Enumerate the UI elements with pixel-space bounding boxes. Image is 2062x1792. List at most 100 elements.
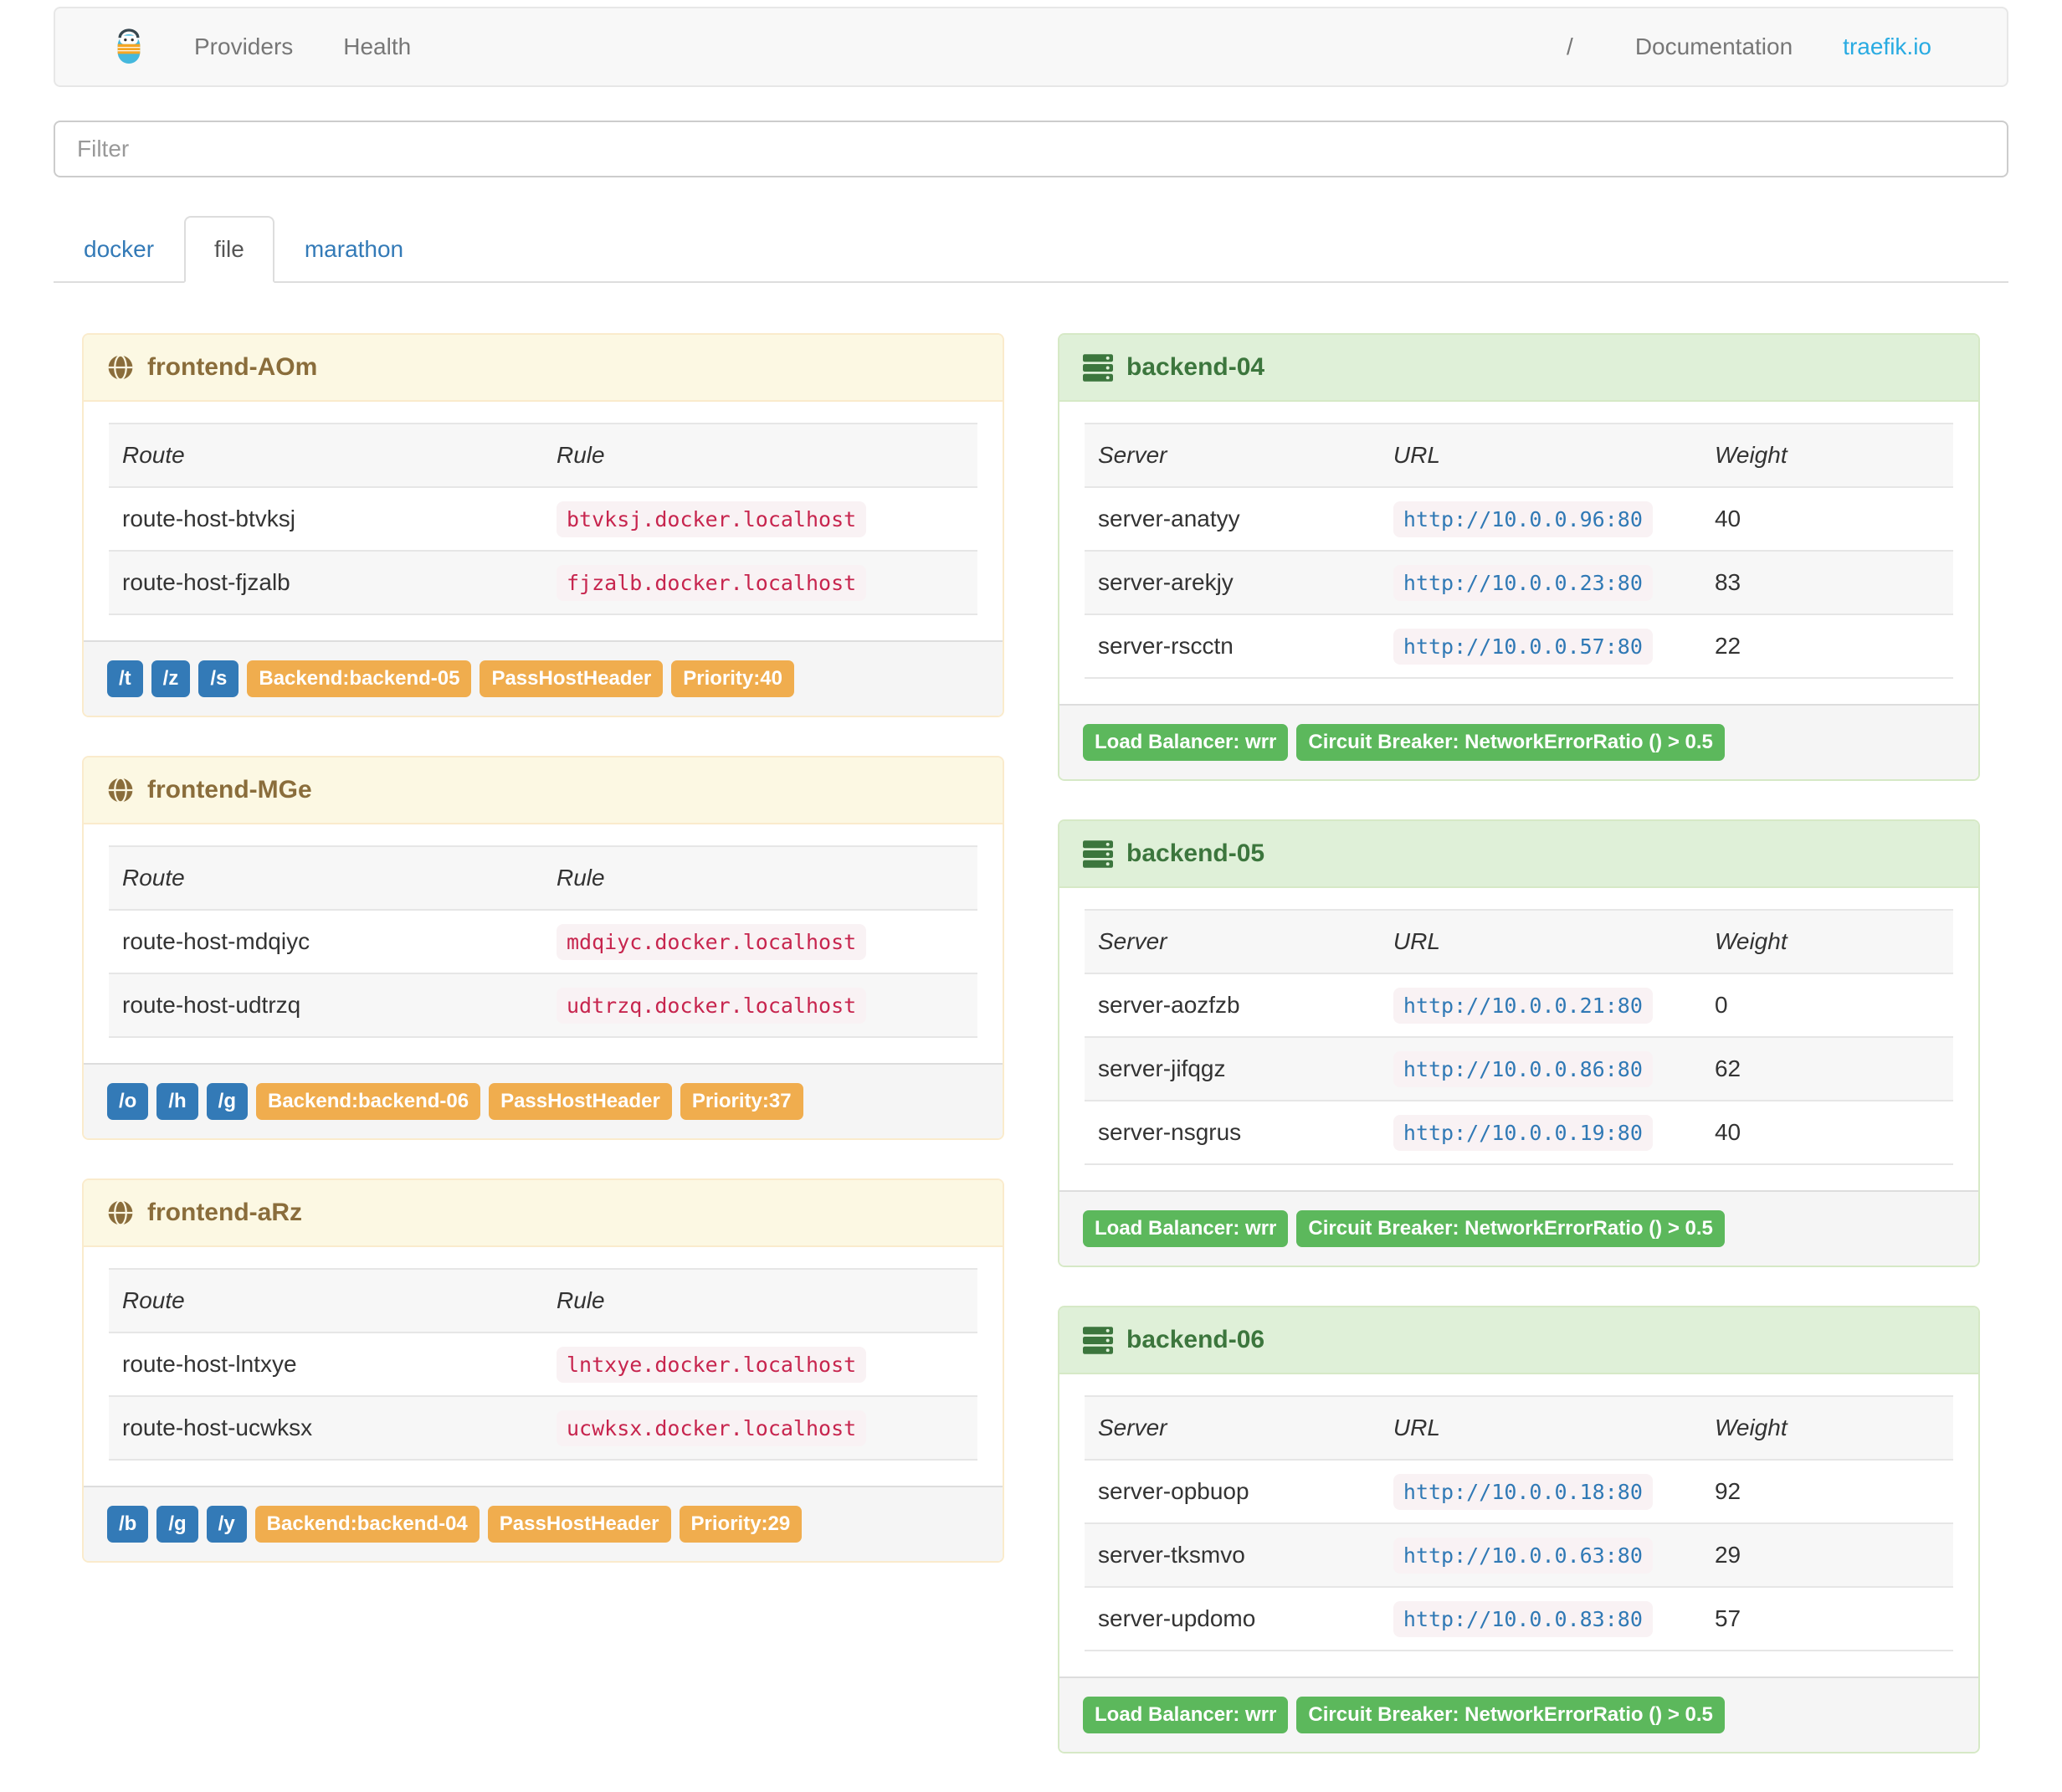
nav-link-traefik-io[interactable]: traefik.io (1818, 33, 1957, 60)
table-row: route-host-lntxye lntxye.docker.localhos… (109, 1332, 977, 1396)
backend-card-heading: backend-04 (1059, 335, 1978, 402)
server-weight: 0 (1714, 992, 1728, 1018)
table-row: route-host-mdqiyc mdqiyc.docker.localhos… (109, 910, 977, 973)
circuit-breaker-label: Circuit Breaker: NetworkErrorRatio () > … (1296, 1697, 1725, 1733)
frontends-column: frontend-AOm Route Rule route-host-btvks… (82, 333, 1004, 1792)
panel-title: backend-04 (1126, 353, 1265, 381)
server-weight: 29 (1714, 1542, 1741, 1568)
table-header-row: Route Rule (109, 424, 977, 487)
column-header-route: Route (122, 442, 185, 468)
server-url: http://10.0.0.19:80 (1393, 1115, 1653, 1151)
entry-path-label: /z (151, 660, 191, 697)
server-url: http://10.0.0.18:80 (1393, 1474, 1653, 1510)
entry-path-label: /s (198, 660, 239, 697)
server-name: server-rscctn (1098, 633, 1234, 659)
table-row: server-updomo http://10.0.0.83:80 57 (1085, 1587, 1953, 1651)
table-header-row: Server URL Weight (1085, 1396, 1953, 1460)
tab-file[interactable]: file (184, 216, 274, 283)
column-header-rule: Rule (557, 865, 605, 891)
nav-link-providers[interactable]: Providers (169, 33, 318, 60)
nav-link-documentation[interactable]: Documentation (1610, 33, 1818, 60)
globe-icon (107, 354, 134, 381)
backend-ref-label: Backend:backend-06 (255, 1083, 481, 1120)
table-header-row: Server URL Weight (1085, 910, 1953, 973)
server-name: server-updomo (1098, 1605, 1256, 1631)
table-row: server-anatyy http://10.0.0.96:80 40 (1085, 487, 1953, 551)
server-url: http://10.0.0.96:80 (1393, 501, 1653, 537)
entry-path-label: /t (107, 660, 143, 697)
globe-icon (107, 1199, 134, 1226)
column-header-server: Server (1098, 442, 1167, 468)
route-name: route-host-fjzalb (122, 569, 290, 595)
column-header-rule: Rule (557, 1287, 605, 1313)
page-container: Providers Health / Documentation traefik… (54, 7, 2008, 1792)
load-balancer-label: Load Balancer: wrr (1083, 1697, 1289, 1733)
table-row: server-rscctn http://10.0.0.57:80 22 (1085, 614, 1953, 678)
rule-code: btvksj.docker.localhost (557, 501, 867, 537)
frontend-card: frontend-MGe Route Rule route-host-mdqiy… (82, 756, 1004, 1140)
table-row: route-host-btvksj btvksj.docker.localhos… (109, 487, 977, 551)
server-url: http://10.0.0.83:80 (1393, 1601, 1653, 1637)
load-balancer-label: Load Balancer: wrr (1083, 1210, 1289, 1247)
route-name: route-host-btvksj (122, 506, 295, 531)
frontend-card-footer: /o /h /g Backend:backend-06 PassHostHead… (84, 1063, 1003, 1138)
backend-card: backend-04 Server URL Weight server-anat… (1058, 333, 1980, 781)
server-url: http://10.0.0.63:80 (1393, 1538, 1653, 1574)
content-row: frontend-AOm Route Rule route-host-btvks… (54, 283, 2008, 1792)
server-name: server-anatyy (1098, 506, 1240, 531)
server-name: server-nsgrus (1098, 1119, 1242, 1145)
route-name: route-host-ucwksx (122, 1415, 313, 1440)
priority-label: Priority:37 (680, 1083, 803, 1120)
server-weight: 62 (1714, 1055, 1741, 1081)
column-header-weight: Weight (1714, 928, 1788, 954)
backend-card: backend-05 Server URL Weight server-aozf… (1058, 819, 1980, 1267)
priority-label: Priority:29 (679, 1506, 803, 1543)
table-header-row: Server URL Weight (1085, 424, 1953, 487)
servers-icon (1083, 1326, 1113, 1354)
table-row: server-arekjy http://10.0.0.23:80 83 (1085, 551, 1953, 614)
panel-title: backend-05 (1126, 840, 1265, 867)
rule-code: ucwksx.docker.localhost (557, 1410, 867, 1446)
navbar: Providers Health / Documentation traefik… (54, 7, 2008, 87)
table-row: route-host-ucwksx ucwksx.docker.localhos… (109, 1396, 977, 1460)
tab-docker[interactable]: docker (54, 216, 184, 283)
table-row: route-host-fjzalb fjzalb.docker.localhos… (109, 551, 977, 614)
entry-path-label: /b (107, 1506, 149, 1543)
server-weight: 40 (1714, 506, 1741, 531)
nav-link-health[interactable]: Health (318, 33, 436, 60)
backend-card-heading: backend-06 (1059, 1307, 1978, 1374)
rule-code: udtrzq.docker.localhost (557, 988, 867, 1024)
server-weight: 57 (1714, 1605, 1741, 1631)
table-header-row: Route Rule (109, 846, 977, 910)
column-header-url: URL (1393, 1415, 1440, 1440)
column-header-route: Route (122, 1287, 185, 1313)
backend-card-body: Server URL Weight server-anatyy http://1… (1059, 402, 1978, 704)
server-url: http://10.0.0.86:80 (1393, 1051, 1653, 1087)
table-row: server-aozfzb http://10.0.0.21:80 0 (1085, 973, 1953, 1037)
table-row: server-opbuop http://10.0.0.18:80 92 (1085, 1460, 1953, 1523)
server-weight: 83 (1714, 569, 1741, 595)
traefik-logo[interactable] (112, 28, 146, 65)
tab-marathon[interactable]: marathon (274, 216, 433, 283)
entry-path-label: /g (156, 1506, 198, 1543)
frontend-card-footer: /b /g /y Backend:backend-04 PassHostHead… (84, 1486, 1003, 1561)
backend-card-body: Server URL Weight server-opbuop http://1… (1059, 1374, 1978, 1676)
frontend-card-body: Route Rule route-host-btvksj btvksj.dock… (84, 402, 1003, 640)
table-row: server-nsgrus http://10.0.0.19:80 40 (1085, 1101, 1953, 1164)
column-header-server: Server (1098, 928, 1167, 954)
route-name: route-host-lntxye (122, 1351, 297, 1377)
traefik-mascot-icon (112, 28, 146, 65)
navbar-right: / Documentation traefik.io (1530, 33, 1957, 60)
nav-separator: / (1567, 33, 1573, 59)
entry-path-label: /h (156, 1083, 198, 1120)
filter-input[interactable] (54, 121, 2008, 177)
server-name: server-jifqgz (1098, 1055, 1226, 1081)
column-header-weight: Weight (1714, 442, 1788, 468)
passhostheader-label: PassHostHeader (489, 1083, 672, 1120)
frontend-card-heading: frontend-AOm (84, 335, 1003, 402)
passhostheader-label: PassHostHeader (487, 1506, 671, 1543)
frontend-card-body: Route Rule route-host-lntxye lntxye.dock… (84, 1247, 1003, 1486)
load-balancer-label: Load Balancer: wrr (1083, 724, 1289, 761)
panel-title: frontend-MGe (147, 776, 312, 804)
rule-code: lntxye.docker.localhost (557, 1347, 867, 1383)
